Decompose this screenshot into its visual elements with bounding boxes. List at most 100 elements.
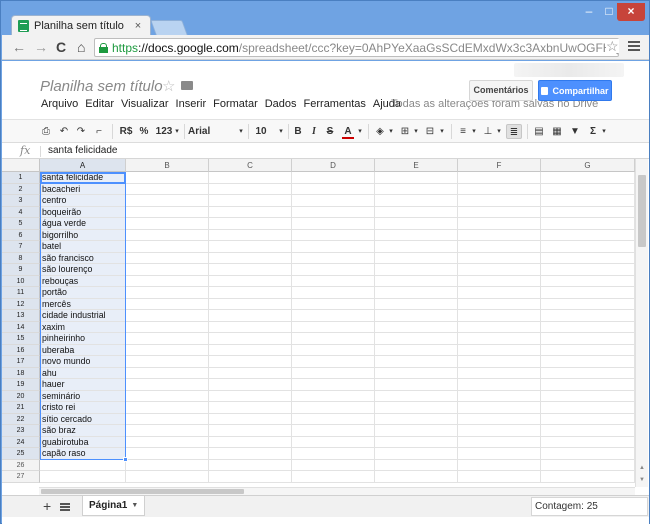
cell-c24[interactable] <box>209 436 292 448</box>
cell-e15[interactable] <box>375 333 458 345</box>
cell-b3[interactable] <box>126 195 209 207</box>
cell-b12[interactable] <box>126 298 209 310</box>
browser-menu-icon[interactable] <box>628 41 640 53</box>
cell-f14[interactable] <box>458 321 541 333</box>
cell-b13[interactable] <box>126 310 209 322</box>
cell-b7[interactable] <box>126 241 209 253</box>
cell-c5[interactable] <box>209 218 292 230</box>
cell-f6[interactable] <box>458 229 541 241</box>
cell-a26[interactable] <box>40 459 126 471</box>
filter-icon[interactable]: ▼ <box>569 124 581 139</box>
cell-d6[interactable] <box>292 229 375 241</box>
cell-g15[interactable] <box>541 333 635 345</box>
row-header[interactable]: 14 <box>2 321 40 333</box>
cell-e19[interactable] <box>375 379 458 391</box>
cell-c14[interactable] <box>209 321 292 333</box>
cell-b4[interactable] <box>126 206 209 218</box>
cell-b27[interactable] <box>126 471 209 483</box>
insert-comment-icon[interactable]: ▤ <box>533 124 545 139</box>
menu-inserir[interactable]: Inserir <box>176 98 207 110</box>
row-header[interactable]: 10 <box>2 275 40 287</box>
row-header[interactable]: 21 <box>2 402 40 414</box>
cell-e23[interactable] <box>375 425 458 437</box>
paint-format-icon[interactable]: ⌐ <box>93 124 105 139</box>
cell-e9[interactable] <box>375 264 458 276</box>
cell-f21[interactable] <box>458 402 541 414</box>
cell-g21[interactable] <box>541 402 635 414</box>
row-header[interactable]: 11 <box>2 287 40 299</box>
cell-c8[interactable] <box>209 252 292 264</box>
cell-a22[interactable]: sítio cercado <box>40 413 126 425</box>
cell-e22[interactable] <box>375 413 458 425</box>
row-header[interactable]: 25 <box>2 448 40 460</box>
text-color-button[interactable]: A <box>342 124 354 139</box>
cell-g26[interactable] <box>541 459 635 471</box>
cell-e13[interactable] <box>375 310 458 322</box>
strikethrough-button[interactable]: S <box>325 124 335 139</box>
cell-d16[interactable] <box>292 344 375 356</box>
sheet-tab[interactable]: Página1 ▼ <box>82 496 146 516</box>
cell-b10[interactable] <box>126 275 209 287</box>
column-header-a[interactable]: A <box>40 159 126 172</box>
row-header[interactable]: 12 <box>2 298 40 310</box>
font-family-dropdown[interactable]: Arial <box>188 124 210 139</box>
wrap-text-icon[interactable]: ≣ <box>506 124 522 139</box>
cell-g16[interactable] <box>541 344 635 356</box>
cell-g9[interactable] <box>541 264 635 276</box>
forward-arrow-icon[interactable]: → <box>34 39 48 55</box>
cell-f25[interactable] <box>458 448 541 460</box>
cell-b5[interactable] <box>126 218 209 230</box>
cell-a24[interactable]: guabirotuba <box>40 436 126 448</box>
cell-g13[interactable] <box>541 310 635 322</box>
cell-d24[interactable] <box>292 436 375 448</box>
cell-f18[interactable] <box>458 367 541 379</box>
cell-c21[interactable] <box>209 402 292 414</box>
cell-f1[interactable] <box>458 172 541 184</box>
cell-b22[interactable] <box>126 413 209 425</box>
cell-g20[interactable] <box>541 390 635 402</box>
cell-a18[interactable]: ahu <box>40 367 126 379</box>
cell-c23[interactable] <box>209 425 292 437</box>
cell-g23[interactable] <box>541 425 635 437</box>
cell-d14[interactable] <box>292 321 375 333</box>
row-header[interactable]: 2 <box>2 183 40 195</box>
row-header[interactable]: 7 <box>2 241 40 253</box>
fill-color-icon[interactable]: ◈ <box>374 124 386 139</box>
cell-e18[interactable] <box>375 367 458 379</box>
cell-e20[interactable] <box>375 390 458 402</box>
cell-d10[interactable] <box>292 275 375 287</box>
browser-tab[interactable]: Planilha sem título × <box>11 15 151 35</box>
cell-g17[interactable] <box>541 356 635 368</box>
cell-c27[interactable] <box>209 471 292 483</box>
cell-c26[interactable] <box>209 459 292 471</box>
merge-cells-icon[interactable]: ⊟ <box>423 124 437 139</box>
cell-a23[interactable]: são braz <box>40 425 126 437</box>
cell-b25[interactable] <box>126 448 209 460</box>
row-header[interactable]: 8 <box>2 252 40 264</box>
cell-d17[interactable] <box>292 356 375 368</box>
cell-g19[interactable] <box>541 379 635 391</box>
row-header[interactable]: 26 <box>2 459 40 471</box>
cell-c6[interactable] <box>209 229 292 241</box>
cell-b17[interactable] <box>126 356 209 368</box>
cell-d23[interactable] <box>292 425 375 437</box>
column-header-f[interactable]: F <box>458 159 541 172</box>
undo-icon[interactable]: ↶ <box>58 124 70 139</box>
cell-a7[interactable]: batel <box>40 241 126 253</box>
cell-c13[interactable] <box>209 310 292 322</box>
cell-g7[interactable] <box>541 241 635 253</box>
close-window-button[interactable]: × <box>617 3 645 21</box>
cell-g2[interactable] <box>541 183 635 195</box>
cell-f7[interactable] <box>458 241 541 253</box>
cell-a8[interactable]: são francisco <box>40 252 126 264</box>
cell-f4[interactable] <box>458 206 541 218</box>
cell-a5[interactable]: água verde <box>40 218 126 230</box>
cell-b9[interactable] <box>126 264 209 276</box>
fill-handle[interactable] <box>123 457 128 462</box>
font-size-dropdown[interactable]: 10 <box>254 124 268 139</box>
cell-g12[interactable] <box>541 298 635 310</box>
redo-icon[interactable]: ↷ <box>75 124 87 139</box>
cell-b23[interactable] <box>126 425 209 437</box>
vertical-scroll-thumb[interactable] <box>638 175 646 247</box>
cell-b16[interactable] <box>126 344 209 356</box>
